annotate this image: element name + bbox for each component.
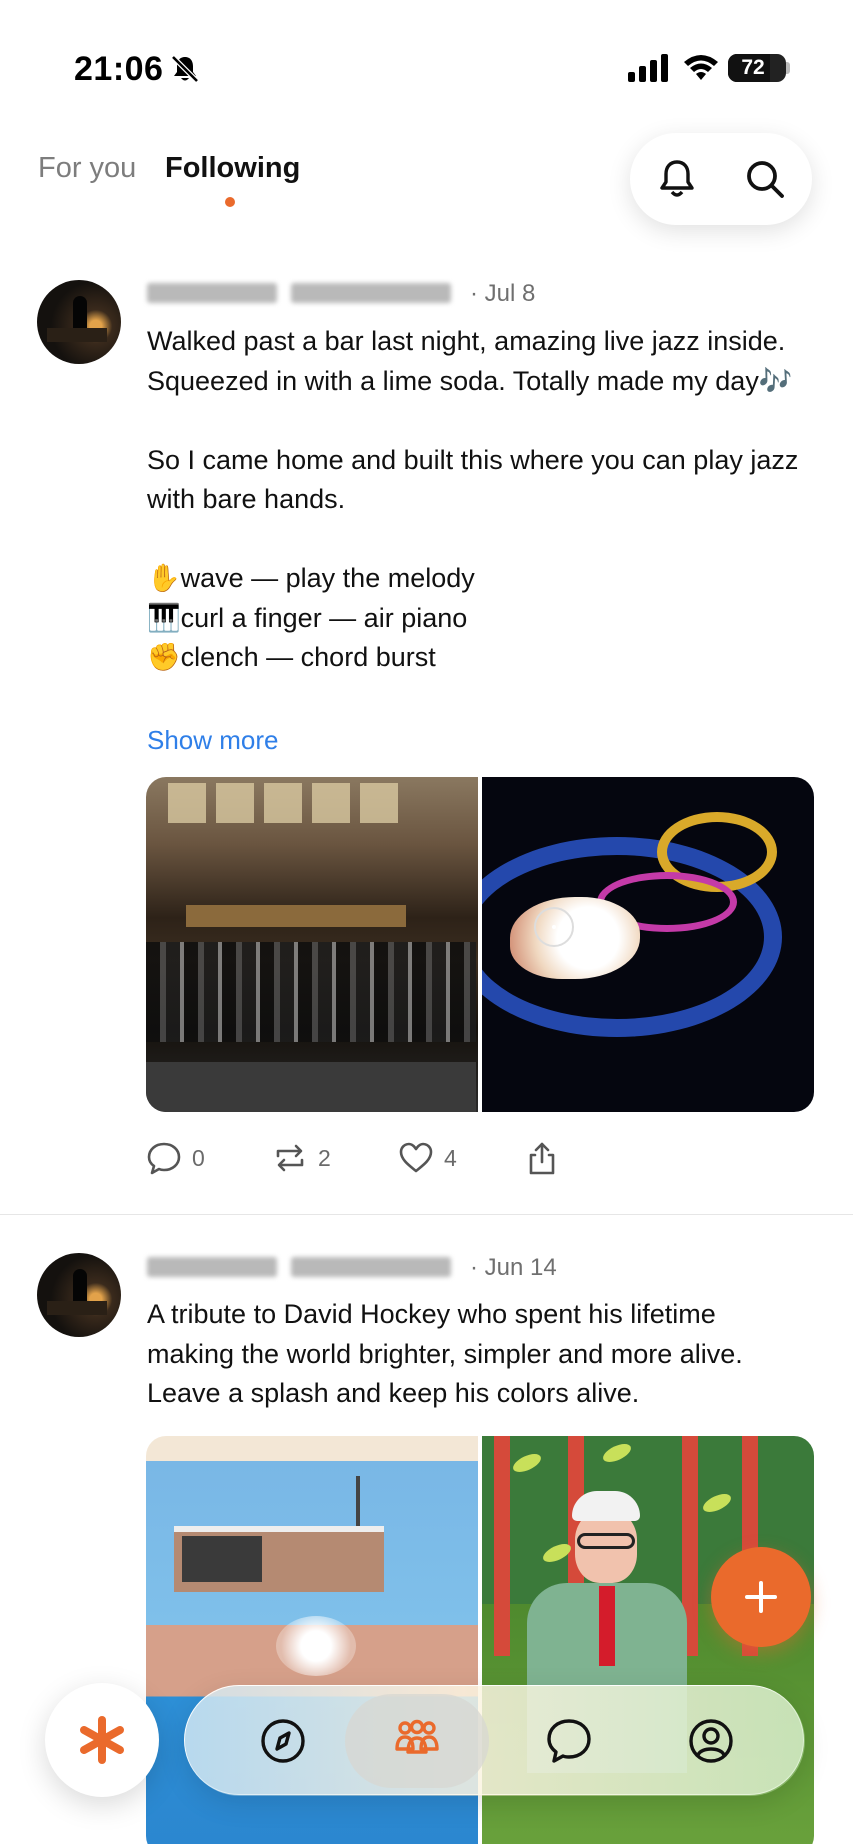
author-name-redacted — [147, 1255, 451, 1279]
like-count: 4 — [444, 1144, 457, 1171]
like-button[interactable]: 4 — [398, 1140, 457, 1176]
avatar[interactable] — [37, 280, 121, 364]
post-media — [146, 777, 814, 1112]
profile-icon — [689, 1719, 733, 1763]
post[interactable]: · Jul 8 Walked past a bar last night, am… — [0, 0, 853, 1214]
compose-button[interactable] — [711, 1547, 811, 1647]
media-image-street[interactable] — [146, 777, 478, 1112]
chat-icon — [547, 1719, 591, 1763]
post-date-value: Jun 14 — [484, 1254, 557, 1281]
nav-profile[interactable] — [649, 1686, 773, 1796]
share-icon — [529, 1142, 555, 1175]
comment-count: 0 — [192, 1144, 205, 1171]
comment-icon — [147, 1142, 181, 1175]
repost-count: 2 — [318, 1144, 331, 1171]
repost-icon — [276, 1144, 304, 1172]
home-button[interactable] — [45, 1683, 159, 1797]
asterisk-icon — [80, 1716, 124, 1764]
repost-button[interactable]: 2 — [272, 1140, 331, 1176]
avatar[interactable] — [37, 1253, 121, 1337]
compass-icon — [261, 1719, 305, 1763]
post-text: Walked past a bar last night, amazing li… — [147, 326, 799, 672]
post-text: A tribute to David Hockey who spent his … — [147, 1299, 743, 1408]
media-image-jazz-visual[interactable] — [482, 777, 814, 1112]
comment-button[interactable]: 0 — [146, 1140, 205, 1176]
show-more-link[interactable]: Show more — [147, 725, 279, 756]
people-icon — [395, 1719, 439, 1754]
post-date: · Jul 8 — [470, 280, 536, 307]
bottom-tab-bar — [184, 1685, 805, 1796]
nav-messages[interactable] — [507, 1686, 631, 1796]
heart-icon — [399, 1142, 433, 1173]
nav-explore[interactable] — [221, 1686, 345, 1796]
author-name-redacted — [147, 281, 451, 305]
post-date: · Jun 14 — [470, 1254, 557, 1281]
post-date-value: Jul 8 — [484, 280, 536, 307]
nav-following[interactable] — [355, 1686, 479, 1796]
share-button[interactable] — [524, 1140, 560, 1176]
